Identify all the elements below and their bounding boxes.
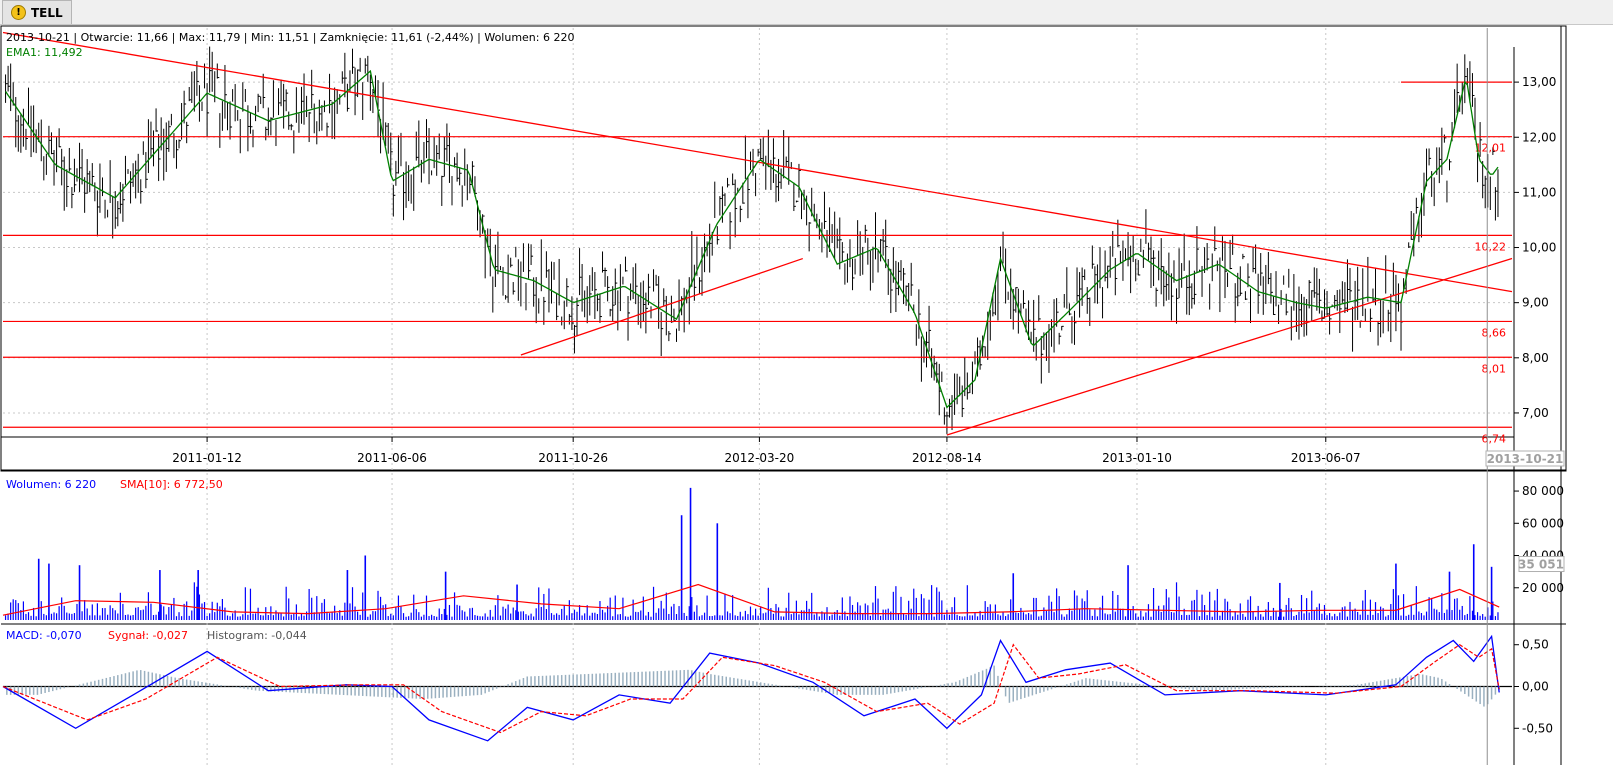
x-tick-label: 2013-01-10 (1102, 451, 1172, 465)
macd-y-tick-label: 0,50 (1522, 638, 1549, 652)
x-tick-label: 2011-10-26 (538, 451, 608, 465)
volume-marker-label: 35 051 (1518, 558, 1564, 572)
stock-chart[interactable]: 2011-01-12 2011-06-06 2011-10-26 2012-03-20… (0, 25, 1613, 765)
tab-tell[interactable]: ! TELL (2, 0, 72, 24)
y-tick-label: 8,00 (1522, 351, 1549, 365)
macd-y-tick-label: 0,00 (1522, 680, 1549, 694)
ema-label: EMA1: 11,492 (6, 46, 83, 59)
trend-line (520, 257, 803, 356)
macd-line (2, 634, 1500, 742)
y-tick-label: 7,00 (1522, 406, 1549, 420)
y-tick-label: 9,00 (1522, 296, 1549, 310)
level-label: 12,01 (1475, 142, 1507, 155)
macd-y-tick-label: -0,50 (1522, 721, 1553, 735)
price-info-text: 2013-10-21 | Otwarcie: 11,66 | Max: 11,7… (6, 31, 574, 44)
sma-line (2, 583, 1500, 616)
volume-y-tick-label: 20 000 (1522, 581, 1564, 595)
y-tick-label: 13,00 (1522, 75, 1556, 89)
level-label: 6,74 (1482, 432, 1507, 445)
y-tick-label: 11,00 (1522, 185, 1556, 199)
level-label: 8,01 (1482, 362, 1507, 375)
macd-label: MACD: -0,070 (6, 629, 82, 642)
trend-line (946, 257, 1513, 436)
y-tick-label: 10,00 (1522, 241, 1556, 255)
histogram-label: Histogram: -0,044 (207, 629, 307, 642)
signal-label: Sygnał: -0,027 (108, 629, 188, 642)
x-tick-label: 2011-06-06 (357, 451, 427, 465)
tab-bar: ! TELL (0, 0, 1613, 25)
x-tick-label: 2012-03-20 (725, 451, 795, 465)
price-panel-frame (0, 25, 1567, 472)
x-tick-label: 2012-08-14 (912, 451, 982, 465)
signal-line (2, 643, 1500, 734)
level-label: 8,66 (1482, 326, 1507, 339)
volume-y-tick-label: 80 000 (1522, 484, 1564, 498)
volume-y-tick-label: 60 000 (1522, 516, 1564, 530)
x-tick-label: 2013-06-07 (1291, 451, 1361, 465)
warning-icon: ! (11, 5, 26, 20)
tab-label: TELL (31, 5, 63, 20)
level-label: 10,22 (1475, 240, 1507, 253)
current-date-label: 2013-10-21 (1487, 452, 1564, 466)
x-tick-label: 2011-01-12 (172, 451, 242, 465)
volume-label: Wolumen: 6 220 (6, 478, 96, 491)
y-tick-label: 12,00 (1522, 130, 1556, 144)
sma-label: SMA[10]: 6 772,50 (120, 478, 223, 491)
